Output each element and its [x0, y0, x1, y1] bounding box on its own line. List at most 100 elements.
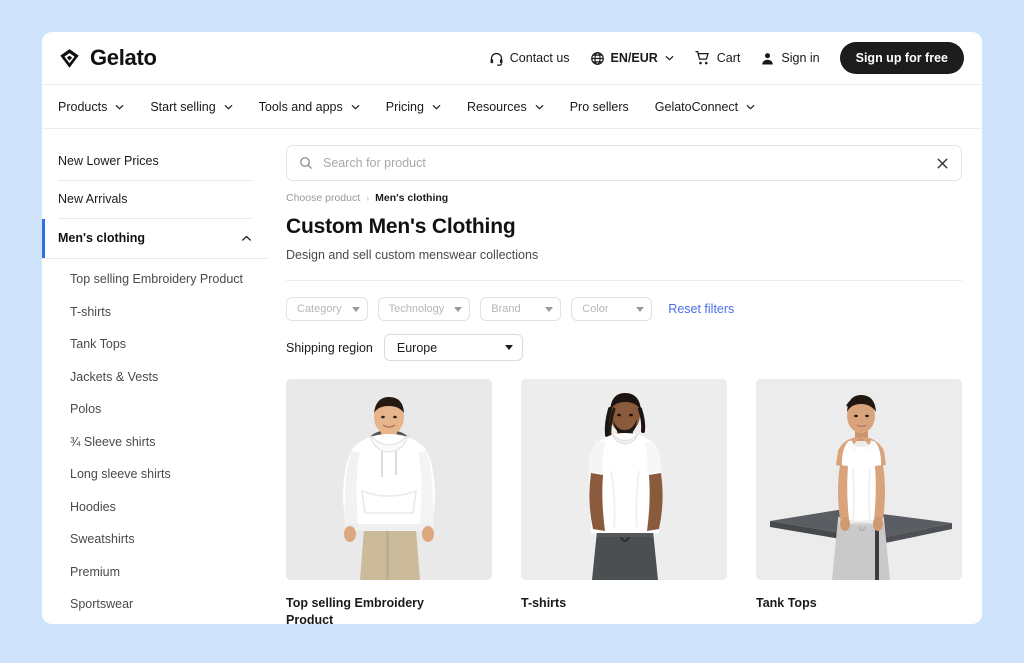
sidebar-item-long-sleeve-shirts[interactable]: Long sleeve shirts	[70, 466, 252, 483]
sidebar-item-mens-clothing[interactable]: Men's clothing	[42, 219, 268, 259]
cart-link[interactable]: Cart	[694, 50, 741, 66]
contact-us-label: Contact us	[509, 51, 570, 65]
shipping-region-label: Shipping region	[286, 340, 373, 355]
contact-us-link[interactable]: Contact us	[489, 51, 570, 66]
chevron-down-icon	[746, 104, 755, 109]
sidebar-item-hoodies[interactable]: Hoodies	[70, 499, 252, 516]
caret-down-icon	[636, 306, 645, 312]
product-card[interactable]: Top selling Embroidery Product	[286, 379, 492, 624]
filter-color-dropdown[interactable]: Color	[571, 297, 653, 321]
chevron-down-icon	[224, 104, 233, 109]
category-sidebar: New Lower Prices New Arrivals Men's clot…	[42, 129, 268, 623]
chevron-down-icon	[115, 104, 124, 109]
caret-down-icon	[454, 306, 463, 312]
nav-item-pro-sellers[interactable]: Pro sellers	[570, 100, 629, 114]
breadcrumb: Choose product › Men's clothing	[286, 192, 962, 204]
chevron-down-icon	[535, 104, 544, 109]
headset-icon	[490, 52, 503, 66]
sidebar-item-sweatshirts[interactable]: Sweatshirts	[70, 531, 252, 548]
brand-logo[interactable]: Gelato	[58, 45, 157, 71]
sidebar-item-tank-tops[interactable]: Tank Tops	[70, 336, 252, 353]
nav-label: Tools and apps	[258, 99, 343, 114]
shipping-region-value: Europe	[396, 340, 438, 355]
sidebar-item-top-selling-embroidery-product[interactable]: Top selling Embroidery Product	[70, 271, 252, 288]
nav-item-tools-and-apps[interactable]: Tools and apps	[259, 100, 360, 114]
page-body: New Lower Prices New Arrivals Men's clot…	[42, 129, 982, 624]
gelato-diamond-icon	[60, 48, 79, 68]
product-image-tank-top	[756, 379, 962, 580]
locale-selector[interactable]: EN/EUR	[590, 51, 674, 66]
product-card[interactable]: Tank Tops	[756, 379, 962, 624]
chevron-down-icon	[351, 104, 360, 109]
filter-category-dropdown[interactable]: Category	[286, 297, 368, 321]
sidebar-item-polos[interactable]: Polos	[70, 401, 252, 418]
sidebar-item-new-arrivals[interactable]: New Arrivals	[58, 181, 252, 219]
caret-down-icon	[351, 306, 360, 312]
product-image-tshirt	[521, 379, 727, 580]
caret-down-icon	[504, 345, 513, 350]
nav-item-resources[interactable]: Resources	[467, 100, 544, 114]
breadcrumb-current: Men's clothing	[375, 192, 449, 204]
main-content: Choose product › Men's clothing Custom M…	[268, 129, 982, 624]
close-icon[interactable]	[936, 157, 949, 170]
nav-label: Pricing	[385, 99, 424, 114]
browser-page-card: Gelato Contact us EN/EUR Cart Sign in Si…	[42, 32, 982, 624]
locale-label: EN/EUR	[610, 51, 658, 65]
nav-label: GelatoConnect	[654, 99, 739, 114]
sidebar-item-premium[interactable]: Premium	[70, 564, 252, 581]
cart-label: Cart	[716, 51, 741, 65]
sidebar-item-t-shirts[interactable]: T-shirts	[70, 304, 252, 321]
product-grid: Top selling Embroidery Product T-shirts …	[286, 379, 962, 624]
product-card-label: T-shirts	[521, 596, 567, 610]
shipping-region-row: Shipping region Europe	[286, 334, 962, 361]
sidebar-item-sportswear[interactable]: Sportswear	[70, 596, 252, 613]
sidebar-item-label: Men's clothing	[58, 231, 145, 245]
nav-item-start-selling[interactable]: Start selling	[150, 100, 233, 114]
sign-in-label: Sign in	[781, 51, 820, 65]
nav-item-products[interactable]: Products	[58, 100, 124, 114]
product-card[interactable]: T-shirts	[521, 379, 727, 624]
sidebar-item-new-lower-prices[interactable]: New Lower Prices	[58, 143, 252, 181]
sign-up-button[interactable]: Sign up for free	[839, 42, 964, 74]
filter-brand-dropdown[interactable]: Brand	[480, 297, 562, 321]
nav-item-gelatoconnect[interactable]: GelatoConnect	[655, 100, 755, 114]
product-image-hoodie	[286, 379, 492, 580]
man-white-tshirt-photo	[521, 379, 727, 580]
user-icon	[762, 52, 774, 64]
nav-label: Pro sellers	[569, 99, 629, 114]
sidebar-subcategory-list: Top selling Embroidery Product T-shirts …	[42, 259, 268, 623]
sidebar-item-three-quarter-sleeve-shirts[interactable]: ¾ Sleeve shirts	[70, 434, 252, 451]
filter-technology-dropdown[interactable]: Technology	[377, 297, 471, 321]
man-white-tank-top-photo	[756, 379, 962, 580]
product-card-label: Tank Tops	[756, 596, 817, 610]
sign-in-link[interactable]: Sign in	[760, 51, 820, 66]
breadcrumb-root[interactable]: Choose product	[286, 192, 360, 204]
caret-down-icon	[545, 306, 554, 312]
chevron-down-icon	[432, 104, 441, 109]
cart-icon	[695, 51, 709, 65]
filter-label: Category	[297, 303, 342, 315]
nav-item-pricing[interactable]: Pricing	[386, 100, 441, 114]
brand-name: Gelato	[90, 45, 157, 70]
nav-label: Resources	[466, 99, 527, 114]
sidebar-item-jackets-and-vests[interactable]: Jackets & Vests	[70, 369, 252, 386]
page-title: Custom Men's Clothing	[286, 215, 516, 238]
product-card-label: Top selling Embroidery Product	[286, 596, 424, 624]
search-icon	[300, 157, 312, 169]
page-subtitle: Design and sell custom menswear collecti…	[286, 248, 539, 262]
shipping-region-dropdown[interactable]: Europe	[383, 334, 523, 361]
reset-filters-link[interactable]: Reset filters	[668, 302, 734, 316]
chevron-up-icon	[241, 235, 252, 241]
chevron-down-icon	[665, 55, 674, 61]
content-divider	[286, 280, 962, 281]
search-input[interactable]	[323, 156, 926, 170]
filter-bar: Category Technology Brand Color Reset fi…	[286, 297, 962, 321]
site-header: Gelato Contact us EN/EUR Cart Sign in Si…	[42, 32, 982, 85]
filter-label: Technology	[388, 303, 445, 315]
nav-label: Products	[58, 99, 108, 114]
breadcrumb-separator: ›	[366, 193, 370, 203]
filter-label: Color	[582, 303, 609, 315]
header-actions: Contact us EN/EUR Cart Sign in Sign up f…	[489, 42, 964, 74]
product-search-box[interactable]	[286, 145, 962, 181]
man-white-hoodie-photo	[286, 379, 492, 580]
